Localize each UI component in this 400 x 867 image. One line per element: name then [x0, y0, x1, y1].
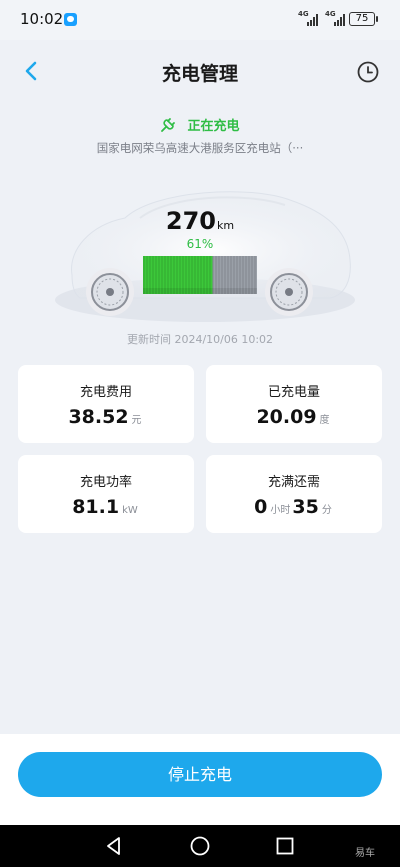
card-charging-power: 充电功率 81.1 kW — [18, 455, 194, 533]
fee-value: 38.52 — [68, 406, 129, 428]
range-unit: km — [217, 219, 235, 232]
nav-back-icon[interactable] — [103, 835, 125, 857]
car-illustration — [55, 191, 355, 322]
card-time-to-full: 充满还需 0 小时 35 分 — [206, 455, 382, 533]
range-display: 270km — [0, 207, 400, 235]
history-button[interactable] — [356, 60, 380, 84]
system-nav-bar — [0, 825, 400, 867]
clock-icon — [357, 61, 379, 83]
status-time: 10:02 — [20, 10, 64, 28]
card-value: 38.52 元 — [18, 406, 194, 428]
nav-recents-icon[interactable] — [274, 835, 296, 857]
hours-value: 0 — [254, 496, 268, 518]
battery-indicator: 75 — [349, 12, 378, 26]
soc-percent: 61% — [186, 237, 214, 251]
card-value: 20.09 度 — [206, 406, 382, 428]
stop-charging-button[interactable]: 停止充电 — [18, 752, 382, 797]
card-charged-energy: 已充电量 20.09 度 — [206, 365, 382, 443]
charging-status-text: 正在充电 — [187, 119, 240, 134]
power-unit: kW — [122, 505, 138, 516]
update-time: 更新时间 2024/10/06 10:02 — [126, 333, 274, 346]
watermark-text: 易车 — [355, 848, 375, 859]
station-name: 国家电网荣乌高速大港服务区充电站（··· — [96, 141, 304, 155]
page-title: 充电管理 — [161, 63, 238, 85]
card-label: 充电功率 — [79, 475, 132, 490]
card-value: 0 小时 35 分 — [206, 496, 382, 518]
card-value: 81.1 kW — [18, 496, 194, 518]
rear-wheel — [265, 268, 313, 316]
message-app-icon — [64, 13, 77, 26]
power-value: 81.1 — [72, 496, 120, 518]
card-label: 充满还需 — [267, 475, 320, 490]
signal-icon: 4G — [298, 11, 322, 26]
hours-unit: 小时 — [270, 505, 291, 516]
plug-icon — [161, 117, 176, 132]
minutes-unit: 分 — [321, 505, 332, 516]
card-charging-fee: 充电费用 38.52 元 — [18, 365, 194, 443]
minutes-value: 35 — [292, 496, 319, 518]
charging-status: 正在充电 — [0, 114, 400, 134]
card-label: 充电费用 — [79, 385, 132, 400]
card-label: 已充电量 — [267, 385, 320, 400]
energy-value: 20.09 — [256, 406, 317, 428]
signal-icon: 4G — [325, 11, 349, 26]
range-value: 270 — [165, 207, 216, 235]
front-wheel — [86, 268, 134, 316]
energy-unit: 度 — [319, 415, 330, 426]
watermark-logo: 易车 — [355, 844, 375, 859]
battery-level-bar — [143, 256, 257, 294]
nav-home-icon[interactable] — [189, 835, 211, 857]
fee-unit: 元 — [131, 415, 142, 426]
status-bar: 10:02 4G 4G 75 — [0, 0, 400, 40]
app-header: 充电管理 — [0, 40, 400, 102]
